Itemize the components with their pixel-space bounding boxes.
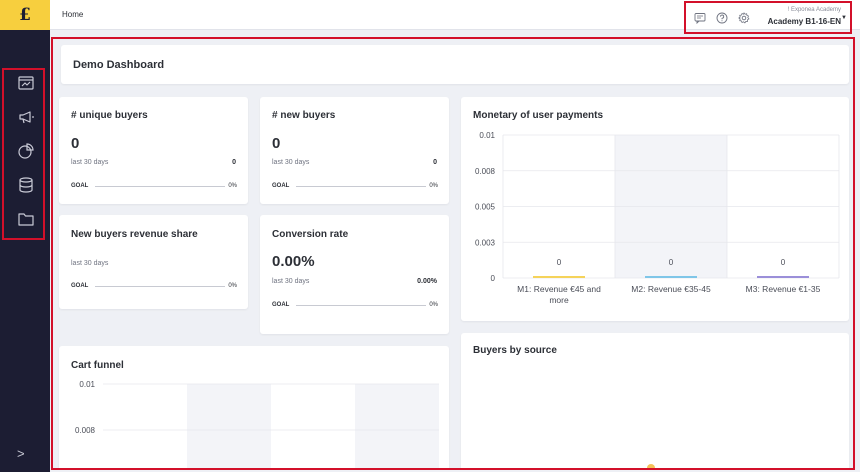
column-band [355,384,439,468]
folder-icon[interactable] [17,210,35,228]
sidebar-nav [2,68,45,240]
expand-sidebar-button[interactable]: > [17,446,31,461]
dashboard-icon[interactable] [17,74,35,92]
card-title: # unique buyers [71,110,148,121]
card-title: Cart funnel [71,360,124,371]
account-name[interactable]: Academy B1-16-EN [762,17,841,26]
dashboard-title: Demo Dashboard [73,59,165,71]
y-tick-label: 0.003 [475,238,496,247]
pie-chart-icon[interactable] [17,142,35,160]
bar [645,276,697,278]
data-label: 0 [669,258,674,267]
metric-value: 0 [71,135,80,152]
chevron-down-icon[interactable]: ▼ [841,15,847,21]
x-tick-label: M2: Revenue €35-45 [631,284,711,294]
y-tick-label: 0.005 [475,203,496,212]
buyers-by-source-card[interactable]: Buyers by source [461,333,849,468]
y-tick-label: 0 [491,274,496,283]
period-label: last 30 days [71,260,109,267]
app-logo[interactable]: £ [0,0,50,30]
goal-progress-bar [296,186,426,187]
period-value: 0.00% [417,278,437,285]
revenue-share-card[interactable]: New buyers revenue share last 30 days GO… [59,215,248,309]
goal-percent: 0% [228,283,237,289]
y-tick-label: 0.008 [475,167,496,176]
database-icon[interactable] [17,176,35,194]
column-band [187,384,271,468]
chat-icon[interactable] [694,12,706,24]
goal-percent: 0% [228,183,237,189]
y-tick-label: 0.008 [75,426,96,435]
goal-percent: 0% [429,183,438,189]
card-title: Monetary of user payments [473,110,604,121]
goal-label: GOAL [272,302,290,308]
logo-glyph: £ [19,5,31,25]
period-label: last 30 days [272,159,310,166]
dashboard-header-card: Demo Dashboard [61,45,849,84]
settings-icon[interactable] [738,12,750,24]
monetary-bar-chart: 0.01 0.008 0.005 0.003 0 0 M1: Revenue €45 and… [475,131,840,305]
conversion-rate-card[interactable]: Conversion rate 0.00% last 30 days 0.00%… [260,215,449,334]
card-title: New buyers revenue share [71,229,198,240]
data-label: 0 [781,258,786,267]
help-icon[interactable] [716,12,728,24]
x-tick-label: M1: Revenue €45 and [517,284,601,294]
goal-label: GOAL [71,283,89,289]
y-tick-label: 0.01 [79,380,95,389]
top-bar: Home ! Exponea Academy Academy B1-16-EN … [50,0,860,34]
dashboard-area: Demo Dashboard # unique buyers 0 last 30… [51,37,855,470]
period-label: last 30 days [71,159,109,166]
sidebar: £ > [0,0,50,472]
goal-progress-bar [95,286,225,287]
unique-buyers-card[interactable]: # unique buyers 0 last 30 days 0 GOAL 0% [59,97,248,204]
goal-progress-bar [95,186,225,187]
account-area: ! Exponea Academy Academy B1-16-EN ▼ [684,1,852,34]
bar [757,276,809,278]
x-tick-label: M3: Revenue €1-35 [746,284,821,294]
card-title: Conversion rate [272,229,349,240]
period-label: last 30 days [272,278,310,285]
metric-value: 0 [272,135,281,152]
monetary-payments-card[interactable]: Monetary of user payments 0.01 0.008 0.005… [461,97,849,321]
data-label: 0 [557,258,562,267]
goal-label: GOAL [71,183,89,189]
goal-label: GOAL [272,183,290,189]
goal-progress-bar [296,305,426,306]
period-value: 0 [232,159,236,166]
metric-value: 0.00% [272,253,315,270]
x-tick-label: more [549,295,569,305]
pie-slice-marker [647,464,655,468]
period-value: 0 [433,159,437,166]
account-org: ! Exponea Academy [787,7,841,13]
y-tick-label: 0.01 [479,131,495,140]
goal-percent: 0% [429,302,438,308]
card-title: # new buyers [272,110,336,121]
cart-funnel-chart: 0.01 0.008 [75,380,439,468]
breadcrumb[interactable]: Home [62,10,83,19]
megaphone-icon[interactable] [17,108,35,126]
new-buyers-card[interactable]: # new buyers 0 last 30 days 0 GOAL 0% [260,97,449,204]
card-title: Buyers by source [473,345,557,356]
cart-funnel-card[interactable]: Cart funnel 0.01 0.008 [59,346,449,468]
bar [533,276,585,278]
